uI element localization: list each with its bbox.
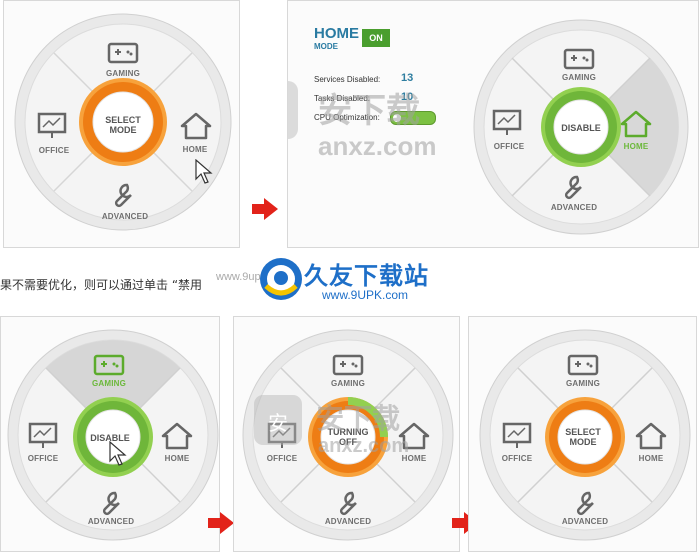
mode-wheel-home: GAMING OFFICE HOME ADVANCED DISABLE bbox=[471, 17, 691, 237]
gaming-icon[interactable] bbox=[567, 353, 599, 381]
panel-select-mode: GAMING OFFICE HOME ADVANCED SELECT MODE bbox=[3, 0, 240, 248]
gaming-label: GAMING bbox=[105, 69, 141, 78]
gaming-label: GAMING bbox=[561, 73, 597, 82]
gaming-icon[interactable] bbox=[563, 47, 595, 75]
anxz-watermark-cn: 安下载 bbox=[316, 402, 401, 435]
mode-wheel-gaming: GAMING OFFICE HOME ADVANCED DISABLE bbox=[5, 327, 219, 543]
advanced-label: ADVANCED bbox=[324, 517, 372, 526]
wrench-icon[interactable] bbox=[95, 489, 127, 517]
9upk-site-url: www.9UPK.com bbox=[322, 288, 409, 302]
anxz-logo: 安 bbox=[254, 395, 302, 445]
panel-home-mode: HOME MODE ON Services Disabled: 13 Tasks… bbox=[287, 0, 699, 248]
office-label: OFFICE bbox=[493, 142, 525, 151]
panel-gaming-disable: GAMING OFFICE HOME ADVANCED DISABLE bbox=[0, 316, 220, 552]
home-icon[interactable] bbox=[161, 422, 193, 450]
mode-wheel: GAMING OFFICE HOME ADVANCED SELECT MODE bbox=[12, 11, 234, 233]
panel-turning-off: GAMING OFFICE HOME ADVANCED TURNING OFF … bbox=[233, 316, 460, 552]
anxz-watermark-url: anxz.com bbox=[318, 131, 437, 161]
center-line-2: MODE bbox=[569, 437, 597, 447]
center-line-2: MODE bbox=[109, 125, 137, 135]
home-label: HOME bbox=[638, 454, 664, 463]
gaming-label: GAMING bbox=[565, 379, 601, 388]
arrow-right-icon bbox=[252, 198, 278, 225]
advanced-label: ADVANCED bbox=[561, 517, 609, 526]
anxz-logo-char: 安 bbox=[288, 95, 298, 130]
office-icon[interactable] bbox=[501, 422, 533, 450]
mode-title: HOME bbox=[314, 25, 359, 42]
anxz-logo: 安 bbox=[288, 81, 298, 139]
gaming-label: GAMING bbox=[330, 379, 366, 388]
advanced-label: ADVANCED bbox=[550, 203, 598, 212]
wrench-icon[interactable] bbox=[332, 489, 364, 517]
office-icon[interactable] bbox=[27, 422, 59, 450]
select-mode-button[interactable]: SELECT MODE bbox=[553, 427, 613, 447]
anxz-watermark-url: anxz.com bbox=[318, 435, 410, 457]
home-label: HOME bbox=[164, 454, 190, 463]
center-line-1: SELECT bbox=[105, 115, 141, 125]
home-icon[interactable] bbox=[635, 422, 667, 450]
wrench-icon[interactable] bbox=[107, 181, 139, 209]
gaming-icon[interactable] bbox=[93, 353, 125, 381]
gaming-icon[interactable] bbox=[332, 353, 364, 381]
home-label: HOME bbox=[182, 145, 208, 154]
mode-wheel-final: GAMING OFFICE HOME ADVANCED SELECT MODE bbox=[477, 327, 693, 543]
advanced-label: ADVANCED bbox=[101, 212, 149, 221]
home-icon[interactable] bbox=[180, 112, 212, 140]
office-label: OFFICE bbox=[266, 454, 298, 463]
gaming-icon[interactable] bbox=[107, 41, 139, 69]
wrench-icon[interactable] bbox=[557, 173, 589, 201]
office-label: OFFICE bbox=[501, 454, 533, 463]
office-label: OFFICE bbox=[38, 146, 70, 155]
9upk-site-name: 久友下载站 bbox=[304, 262, 429, 290]
gaming-label: GAMING bbox=[91, 379, 127, 388]
office-icon[interactable] bbox=[36, 112, 68, 140]
anxz-watermark-cn: 安下载 bbox=[318, 91, 420, 131]
office-icon[interactable] bbox=[491, 109, 523, 137]
on-toggle[interactable]: ON bbox=[362, 29, 390, 47]
arrow-right-icon bbox=[208, 512, 234, 539]
home-icon[interactable] bbox=[620, 110, 652, 138]
9upk-logo bbox=[258, 256, 304, 302]
office-label: OFFICE bbox=[27, 454, 59, 463]
center-line-1: SELECT bbox=[565, 427, 601, 437]
disable-button[interactable]: DISABLE bbox=[551, 123, 611, 133]
anxz-logo-char: 安 bbox=[268, 411, 288, 435]
home-label: HOME bbox=[623, 142, 649, 151]
select-mode-button[interactable]: SELECT MODE bbox=[93, 115, 153, 135]
mode-subtitle: MODE bbox=[314, 42, 338, 51]
advanced-label: ADVANCED bbox=[87, 517, 135, 526]
panel-select-mode-final: GAMING OFFICE HOME ADVANCED SELECT MODE bbox=[468, 316, 697, 552]
wrench-icon[interactable] bbox=[569, 489, 601, 517]
caption-text: 果不需要优化，则可以通过单击 “禁用 bbox=[0, 278, 203, 292]
